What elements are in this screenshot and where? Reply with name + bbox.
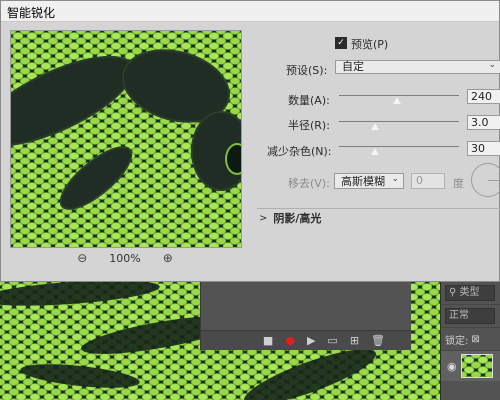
zoom-bar: ⊖ 100% ⊕ (10, 250, 240, 266)
snake-eye (225, 143, 241, 175)
angle-unit: 度 (453, 177, 464, 190)
preset-label: 预设(S): (286, 64, 328, 77)
new-set-icon[interactable]: ▭ (327, 331, 337, 351)
preset-select[interactable]: 自定 ⌄ (335, 60, 500, 74)
shadows-highlights-label: 阴影/高光 (273, 212, 322, 225)
shadows-highlights-section[interactable]: > 阴影/高光 (259, 210, 321, 226)
preview-image[interactable] (10, 30, 242, 248)
preset-value: 自定 (342, 60, 364, 73)
zoom-level: 100% (109, 251, 141, 265)
layer-row[interactable]: ◉ (441, 351, 500, 381)
play-icon[interactable]: ▶ (307, 331, 315, 351)
zoom-in-icon[interactable]: ⊕ (163, 251, 173, 265)
dialog-title: 智能锐化 (7, 6, 56, 20)
zoom-out-icon[interactable]: ⊖ (77, 251, 87, 265)
layer-filter-row: ⚲ 类型 (441, 282, 500, 305)
smart-sharpen-dialog: 智能锐化 ⊖ 100% ⊕ ✓ 预览(P) 预设(S): 自定 ⌄ 数量(A):… (0, 0, 500, 282)
section-divider (257, 208, 500, 209)
lock-pixels-icon[interactable]: ⊠ (471, 334, 479, 345)
remove-blur-value: 高斯模糊 (341, 175, 385, 188)
amount-field[interactable]: 240 (467, 89, 500, 104)
blend-mode-row: 正常 (441, 305, 500, 328)
radius-label: 半径(R): (288, 119, 330, 132)
amount-slider-track[interactable] (339, 95, 459, 96)
blend-mode-select[interactable]: 正常 (445, 308, 495, 324)
new-action-icon[interactable]: ⊞ (350, 331, 359, 351)
reduce-noise-label: 减少杂色(N): (267, 145, 332, 158)
radius-slider-thumb[interactable] (370, 122, 380, 131)
angle-dial-indicator (488, 180, 500, 181)
record-icon[interactable]: ● (285, 331, 295, 351)
delete-icon[interactable]: 🗑 (371, 331, 385, 351)
preview-checkbox-label: 预览(P) (351, 38, 389, 51)
layer-filter-search[interactable]: ⚲ 类型 (445, 285, 495, 301)
reduce-noise-slider-thumb[interactable] (370, 147, 380, 156)
stop-icon[interactable]: ■ (263, 331, 273, 351)
remove-label: 移去(V): (288, 177, 330, 190)
layers-panel: ⚲ 类型 正常 锁定: ⊠ ◉ (440, 282, 500, 400)
actions-toolbar: ■ ● ▶ ▭ ⊞ 🗑 (201, 330, 411, 350)
chevron-down-icon: ⌄ (488, 60, 496, 70)
layer-thumbnail (460, 354, 493, 378)
visibility-eye-icon[interactable]: ◉ (447, 360, 457, 373)
amount-slider-thumb[interactable] (391, 96, 402, 105)
lock-row: 锁定: ⊠ (441, 328, 500, 351)
reduce-noise-slider-track[interactable] (339, 146, 459, 147)
angle-dial[interactable] (471, 163, 500, 197)
remove-blur-select[interactable]: 高斯模糊 ⌄ (334, 173, 404, 189)
reduce-noise-field[interactable]: 30 (467, 141, 500, 156)
lock-label: 锁定: (445, 335, 469, 347)
dialog-titlebar[interactable]: 智能锐化 (1, 1, 499, 22)
radius-field[interactable]: 3.0 (467, 115, 500, 130)
chevron-right-icon: > (259, 212, 268, 224)
preview-checkbox[interactable]: ✓ (335, 37, 347, 49)
amount-label: 数量(A): (288, 94, 330, 107)
angle-field[interactable]: 0 (411, 173, 445, 189)
actions-panel: ■ ● ▶ ▭ ⊞ 🗑 (200, 282, 411, 350)
search-icon: ⚲ (449, 287, 457, 298)
layer-filter-label: 类型 (459, 287, 480, 298)
chevron-down-icon: ⌄ (391, 174, 399, 184)
radius-slider-track[interactable] (339, 121, 459, 122)
